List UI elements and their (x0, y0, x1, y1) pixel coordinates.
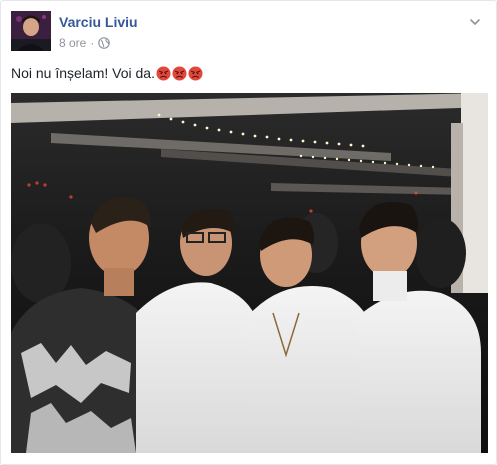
facebook-post: Varciu Liviu 8 ore · Noi nu înșelam! Voi… (0, 0, 497, 465)
meta-separator: · (90, 36, 95, 50)
author-avatar[interactable] (11, 11, 51, 51)
post-photo[interactable] (11, 93, 488, 453)
angry-face-icon (188, 65, 203, 81)
post-text-body: Noi nu înșelam! Voi da. (11, 65, 155, 81)
angry-face-icon (156, 65, 171, 81)
post-header: Varciu Liviu 8 ore · (11, 11, 486, 53)
angry-face-icon (172, 65, 187, 81)
post-timestamp[interactable]: 8 ore (59, 36, 86, 50)
author-name[interactable]: Varciu Liviu (59, 14, 138, 30)
public-globe-icon (98, 37, 111, 49)
post-options-chevron-icon[interactable] (468, 15, 482, 29)
post-text: Noi nu înșelam! Voi da. (11, 65, 203, 81)
post-meta: 8 ore · (59, 36, 111, 50)
